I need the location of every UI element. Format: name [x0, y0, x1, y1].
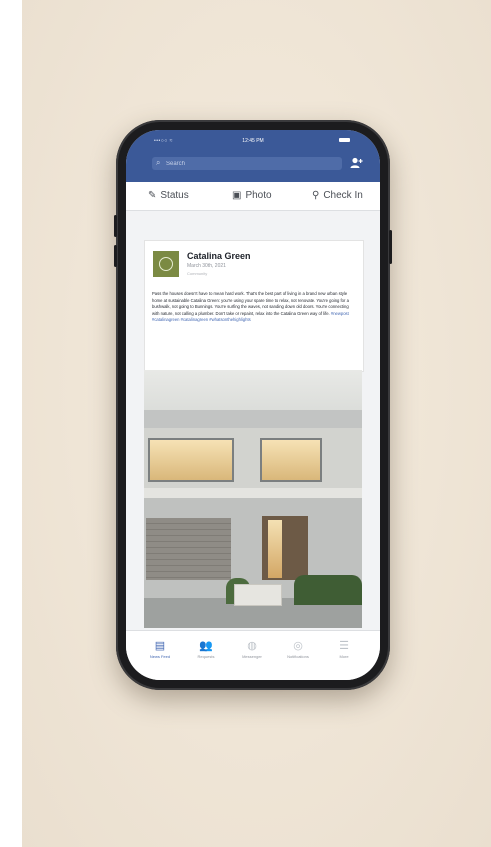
phone-side-button — [114, 245, 117, 267]
tab-messenger[interactable]: ◍ Messenger — [232, 639, 272, 659]
post-body-text: Pass the houses doesn't have to mean har… — [152, 291, 349, 316]
check-in-button[interactable]: ⚲ Check In — [312, 190, 363, 201]
tab-notifications[interactable]: ◎ Notifications — [278, 639, 318, 659]
photo-label: Photo — [245, 190, 272, 201]
search-bar[interactable]: ⌕ — [152, 157, 342, 170]
photo-door-glass — [268, 520, 282, 578]
photo-window — [148, 438, 234, 482]
news-feed-icon: ▤ — [154, 640, 166, 652]
tab-label: News Feed — [149, 654, 171, 659]
location-pin-icon: ⚲ — [312, 190, 320, 201]
post-card: Catalina Green March 30th, 2021 Communit… — [144, 240, 364, 372]
post-photo[interactable] — [144, 370, 362, 628]
tab-label: Messenger — [242, 654, 262, 659]
post-author[interactable]: Catalina Green — [187, 251, 251, 261]
photo-window — [260, 438, 322, 482]
friends-icon: 👥 — [199, 640, 213, 652]
phone-power-button — [389, 230, 392, 264]
camera-icon: ▣ — [232, 190, 242, 201]
photo-button[interactable]: ▣ Photo — [232, 190, 272, 201]
logo-icon — [159, 257, 173, 271]
person-plus-icon — [350, 157, 363, 168]
post-text: Pass the houses doesn't have to mean har… — [152, 291, 356, 324]
tab-more[interactable]: ☰ More — [324, 639, 364, 659]
battery-icon — [339, 138, 350, 142]
phone-frame: •••○○ ≈ 12:45 PM ⌕ ✎Status — [114, 120, 392, 690]
bottom-tab-bar: ▤ News Feed 👥 Requests ◍ Messenger ◎ Not… — [126, 630, 380, 680]
search-input[interactable] — [166, 158, 336, 169]
composer-action-bar: ✎ Status ▣ Photo ⚲ Check In — [126, 182, 380, 211]
edit-icon: ✎ — [148, 190, 157, 201]
photo-estate-sign — [234, 584, 282, 606]
tab-news-feed[interactable]: ▤ News Feed — [140, 639, 180, 659]
status-bar: •••○○ ≈ 12:45 PM — [126, 130, 380, 150]
photo-roof — [144, 410, 362, 428]
post-date[interactable]: March 30th, 2021 — [187, 263, 226, 269]
app-header: •••○○ ≈ 12:45 PM ⌕ — [126, 130, 380, 182]
tab-label: Requests — [197, 654, 215, 659]
post-subtitle: Community — [187, 271, 208, 276]
tab-label: Notifications — [287, 654, 309, 659]
messenger-icon: ◍ — [247, 640, 257, 652]
status-button[interactable]: ✎ Status — [148, 190, 189, 201]
photo-hedge — [294, 575, 362, 605]
tab-label: More — [339, 654, 349, 659]
friend-requests-icon[interactable] — [349, 156, 363, 170]
photo-garage-door — [146, 518, 231, 580]
menu-icon: ☰ — [339, 640, 349, 652]
app-screen: •••○○ ≈ 12:45 PM ⌕ ✎Status — [126, 130, 380, 680]
tab-requests[interactable]: 👥 Requests — [186, 639, 226, 659]
page-avatar[interactable] — [153, 251, 179, 277]
check-in-label: Check In — [323, 190, 363, 201]
phone-side-button — [114, 215, 117, 237]
status-label: Status — [160, 190, 189, 201]
globe-icon: ◎ — [293, 640, 303, 652]
photo-balcony — [144, 488, 362, 498]
search-icon: ⌕ — [156, 158, 161, 167]
